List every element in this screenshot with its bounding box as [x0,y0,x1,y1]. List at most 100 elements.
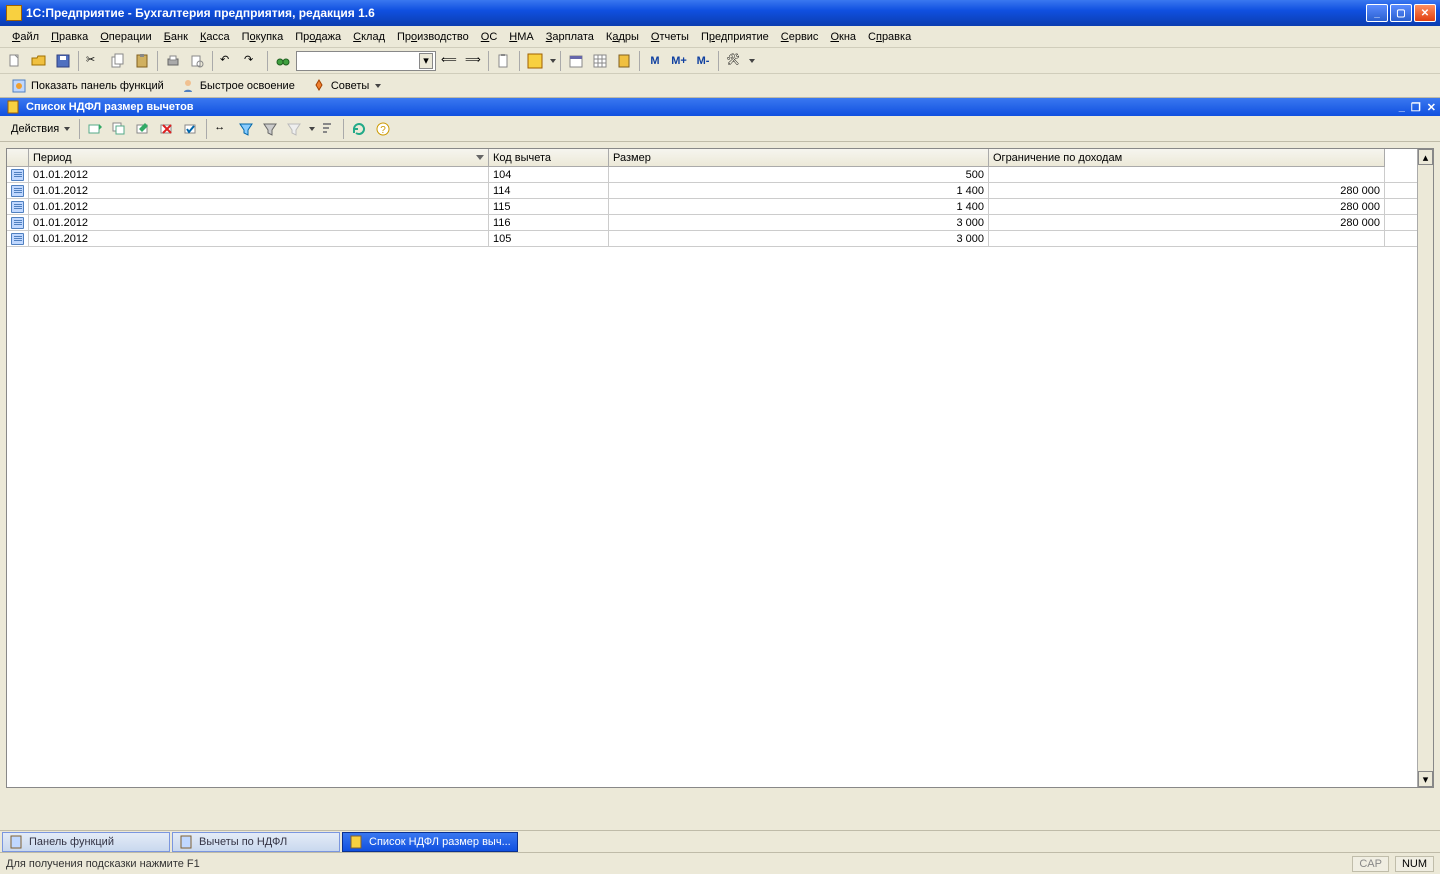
menu-сервис[interactable]: Сервис [775,28,825,46]
filter-off-button[interactable] [283,118,305,140]
menu-файл[interactable]: Файл [6,28,45,46]
paste-button[interactable] [131,50,153,72]
actions-button[interactable]: Действия [6,118,75,140]
main-menu: ФайлПравкаОперацииБанкКассаПокупкаПродаж… [0,26,1440,48]
toolbar-separator [78,51,79,71]
save-button[interactable] [52,50,74,72]
add-row-button[interactable] [84,118,106,140]
binoculars-icon [275,53,291,69]
find-next-button[interactable]: ⟹ [462,50,484,72]
dropdown-arrow-icon [375,84,381,88]
show-function-panel-button[interactable]: Показать панель функций [6,75,169,97]
sub-close-button[interactable]: ✕ [1427,101,1436,114]
dropdown-arrow-icon [64,127,70,131]
move-columns-button[interactable]: ↔ [211,118,233,140]
vertical-scrollbar[interactable]: ▴ ▾ [1417,149,1433,787]
taskbar-item[interactable]: Список НДФЛ размер выч... [342,832,518,852]
minimize-button[interactable]: _ [1366,4,1388,22]
find-button[interactable] [272,50,294,72]
sub-minimize-button[interactable]: _ [1399,101,1405,113]
refresh-button[interactable] [348,118,370,140]
menu-нма[interactable]: НМА [503,28,539,46]
taskbar-item[interactable]: Панель функций [2,832,170,852]
column-header[interactable]: Период [29,149,489,167]
table-button[interactable] [589,50,611,72]
menu-продажа[interactable]: Продажа [289,28,347,46]
search-combo[interactable]: ▾ [296,51,436,71]
scroll-down-button[interactable]: ▾ [1418,771,1433,787]
record-icon [11,233,24,245]
edit-row-button[interactable] [132,118,154,140]
menu-производство[interactable]: Производство [391,28,475,46]
print-preview-button[interactable] [186,50,208,72]
table-row[interactable]: 01.01.20121053 000 [7,231,1417,247]
toolbar-separator [206,119,207,139]
print-button[interactable] [162,50,184,72]
clipboard-button[interactable] [493,50,515,72]
memory-mminus-label: M- [697,55,710,67]
column-header-icon[interactable] [7,149,29,167]
table-row[interactable]: 01.01.2012104500 [7,167,1417,183]
quick-start-button[interactable]: Быстрое освоение [175,75,300,97]
calculate-button[interactable] [613,50,635,72]
open-button[interactable] [28,50,50,72]
memory-mplus-button[interactable]: M+ [668,50,690,72]
calendar-button[interactable] [565,50,587,72]
help-button[interactable]: ? [372,118,394,140]
column-header[interactable]: Размер [609,149,989,167]
cell: 3 000 [609,215,989,230]
undo-button[interactable]: ↶ [217,50,239,72]
record-icon [11,217,24,229]
menu-операции[interactable]: Операции [94,28,157,46]
cell: 115 [489,199,609,214]
window-controls: _ ▢ ✕ [1366,0,1440,26]
menu-кадры[interactable]: Кадры [600,28,645,46]
copy-button[interactable] [107,50,129,72]
memory-m-button[interactable]: M [644,50,666,72]
sub-restore-button[interactable]: ❐ [1411,101,1421,114]
delete-icon [159,121,175,137]
sort-button[interactable] [317,118,339,140]
add-copy-button[interactable] [108,118,130,140]
redo-button[interactable]: ↷ [241,50,263,72]
menu-ос[interactable]: ОС [475,28,504,46]
cut-button[interactable]: ✂ [83,50,105,72]
taskbar-item[interactable]: Вычеты по НДФЛ [172,832,340,852]
grid-body[interactable]: 01.01.201210450001.01.20121141 400280 00… [7,167,1417,787]
memory-mminus-button[interactable]: M- [692,50,714,72]
menu-зарплата[interactable]: Зарплата [540,28,600,46]
menu-покупка[interactable]: Покупка [236,28,290,46]
menu-банк[interactable]: Банк [158,28,194,46]
find-prev-button[interactable]: ⟸ [438,50,460,72]
status-cap: CAP [1352,856,1389,872]
menu-склад[interactable]: Склад [347,28,391,46]
filter-by-current-button[interactable] [235,118,257,140]
menu-касса[interactable]: Касса [194,28,236,46]
tools-button[interactable]: 🛠 [723,50,745,72]
maximize-button[interactable]: ▢ [1390,4,1412,22]
menu-правка[interactable]: Правка [45,28,94,46]
table-row[interactable]: 01.01.20121141 400280 000 [7,183,1417,199]
column-header[interactable]: Код вычета [489,149,609,167]
scroll-thumb[interactable] [1418,165,1433,771]
close-button[interactable]: ✕ [1414,4,1436,22]
menu-предприятие[interactable]: Предприятие [695,28,775,46]
table-row[interactable]: 01.01.20121163 000280 000 [7,215,1417,231]
toolbar-separator [560,51,561,71]
cell [989,167,1385,182]
menu-отчеты[interactable]: Отчеты [645,28,695,46]
column-header-label: Размер [613,152,651,164]
mark-done-button[interactable] [180,118,202,140]
1c-help-button[interactable] [524,50,546,72]
tips-button[interactable]: Советы [306,75,386,97]
window-icon [179,834,195,850]
new-document-button[interactable] [4,50,26,72]
menu-окна[interactable]: Окна [824,28,862,46]
scroll-up-button[interactable]: ▴ [1418,149,1433,165]
menu-справка[interactable]: Справка [862,28,917,46]
column-header[interactable]: Ограничение по доходам [989,149,1385,167]
delete-row-button[interactable] [156,118,178,140]
filter-button[interactable] [259,118,281,140]
table-row[interactable]: 01.01.20121151 400280 000 [7,199,1417,215]
list-icon [6,99,22,115]
